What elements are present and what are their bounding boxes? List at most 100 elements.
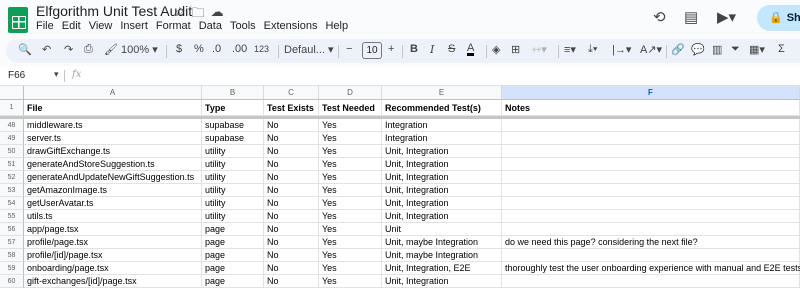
filter-views-icon[interactable]: ▦▾ xyxy=(749,43,765,56)
row-number[interactable]: 60 xyxy=(0,275,24,288)
percent-format-button[interactable]: % xyxy=(194,43,204,55)
table-cell[interactable]: profile/[id]/page.tsx xyxy=(24,249,202,262)
table-cell[interactable]: getAmazonImage.ts xyxy=(24,184,202,197)
row-number[interactable]: 53 xyxy=(0,184,24,197)
row-number[interactable]: 1 xyxy=(0,100,24,116)
table-cell[interactable]: do we need this page? considering the ne… xyxy=(502,236,800,249)
table-cell[interactable]: page xyxy=(202,223,264,236)
menu-view[interactable]: View xyxy=(89,20,113,32)
insert-link-icon[interactable]: 🔗 xyxy=(671,43,685,56)
menu-edit[interactable]: Edit xyxy=(62,20,81,32)
table-cell[interactable] xyxy=(502,210,800,223)
table-cell[interactable] xyxy=(502,171,800,184)
vertical-align-icon[interactable]: ⤓▾ xyxy=(588,43,597,56)
comments-icon[interactable]: ▤ xyxy=(684,8,698,26)
table-cell[interactable]: utility xyxy=(202,171,264,184)
row-number[interactable]: 55 xyxy=(0,210,24,223)
horizontal-align-icon[interactable]: ≡▾ xyxy=(564,43,576,56)
table-cell[interactable]: Yes xyxy=(319,210,382,223)
table-cell[interactable]: thoroughly test the user onboarding expe… xyxy=(502,262,800,275)
table-cell[interactable] xyxy=(502,184,800,197)
table-cell[interactable]: page xyxy=(202,249,264,262)
sheets-logo-icon[interactable] xyxy=(8,7,28,33)
table-cell[interactable]: Yes xyxy=(319,158,382,171)
table-cell[interactable] xyxy=(502,119,800,132)
table-cell[interactable]: Unit, Integration xyxy=(382,210,502,223)
table-cell[interactable]: No xyxy=(264,236,319,249)
table-cell[interactable]: Yes xyxy=(319,145,382,158)
table-cell[interactable]: onboarding/page.tsx xyxy=(24,262,202,275)
table-cell[interactable]: Unit, Integration xyxy=(382,197,502,210)
table-cell[interactable] xyxy=(502,158,800,171)
fill-color-icon[interactable]: ◈ xyxy=(492,43,500,56)
bold-button[interactable]: B xyxy=(410,43,418,55)
table-cell[interactable]: Yes xyxy=(319,132,382,145)
table-cell[interactable] xyxy=(502,275,800,288)
row-number[interactable]: 51 xyxy=(0,158,24,171)
text-rotation-icon[interactable]: A↗▾ xyxy=(640,43,662,56)
header-cell-a[interactable]: File xyxy=(24,100,202,116)
merge-cells-icon[interactable]: ⇿▾ xyxy=(532,43,547,56)
table-cell[interactable]: No xyxy=(264,210,319,223)
column-header-a[interactable]: A xyxy=(24,86,202,100)
document-title[interactable]: Elfgorithm Unit Test Audit xyxy=(36,3,192,19)
row-number[interactable]: 52 xyxy=(0,171,24,184)
name-box-dropdown-icon[interactable]: ▾ xyxy=(54,69,59,80)
table-cell[interactable]: utils.ts xyxy=(24,210,202,223)
table-cell[interactable]: utility xyxy=(202,197,264,210)
share-button[interactable]: 🔒Sha xyxy=(757,5,800,31)
row-number[interactable]: 59 xyxy=(0,262,24,275)
row-number[interactable]: 58 xyxy=(0,249,24,262)
currency-format-button[interactable]: $ xyxy=(176,43,182,55)
row-number[interactable]: 50 xyxy=(0,145,24,158)
table-cell[interactable] xyxy=(502,223,800,236)
table-cell[interactable]: No xyxy=(264,262,319,275)
table-cell[interactable]: profile/page.tsx xyxy=(24,236,202,249)
insert-chart-icon[interactable]: ▥ xyxy=(712,43,722,56)
menu-insert[interactable]: Insert xyxy=(120,20,148,32)
table-cell[interactable]: getUserAvatar.ts xyxy=(24,197,202,210)
table-cell[interactable]: generateAndStoreSuggestion.ts xyxy=(24,158,202,171)
header-cell-c[interactable]: Test Exists xyxy=(264,100,319,116)
table-cell[interactable]: utility xyxy=(202,145,264,158)
spreadsheet-grid[interactable]: A B C D E F 1 File Type Test Exists Test Needed Rec… xyxy=(0,86,800,292)
table-cell[interactable]: supabase xyxy=(202,119,264,132)
search-menus-icon[interactable]: 🔍 xyxy=(18,43,32,56)
table-cell[interactable] xyxy=(502,132,800,145)
table-cell[interactable]: Unit, Integration xyxy=(382,275,502,288)
row-number[interactable]: 49 xyxy=(0,132,24,145)
row-number[interactable]: 57 xyxy=(0,236,24,249)
select-all-corner[interactable] xyxy=(0,86,24,100)
table-cell[interactable]: No xyxy=(264,145,319,158)
table-cell[interactable]: supabase xyxy=(202,132,264,145)
table-cell[interactable]: page xyxy=(202,275,264,288)
table-cell[interactable]: Unit, maybe Integration xyxy=(382,236,502,249)
font-select[interactable]: Defaul... ▾ xyxy=(284,43,334,56)
table-cell[interactable] xyxy=(502,145,800,158)
undo-icon[interactable]: ↶ xyxy=(42,43,51,56)
table-cell[interactable]: Yes xyxy=(319,249,382,262)
row-number[interactable]: 56 xyxy=(0,223,24,236)
menu-help[interactable]: Help xyxy=(325,20,348,32)
increase-font-size-icon[interactable]: + xyxy=(388,43,394,55)
font-size-input[interactable]: 10 xyxy=(362,42,382,59)
table-cell[interactable]: page xyxy=(202,262,264,275)
table-cell[interactable]: No xyxy=(264,132,319,145)
borders-icon[interactable]: ⊞ xyxy=(511,43,520,56)
text-wrapping-icon[interactable]: |→▾ xyxy=(612,43,631,56)
table-cell[interactable]: Unit, Integration xyxy=(382,184,502,197)
column-header-f[interactable]: F xyxy=(502,86,800,100)
row-number[interactable]: 48 xyxy=(0,119,24,132)
column-header-b[interactable]: B xyxy=(202,86,264,100)
print-icon[interactable]: ⎙ xyxy=(84,43,93,56)
menu-file[interactable]: File xyxy=(36,20,54,32)
italic-button[interactable]: I xyxy=(430,43,434,56)
table-cell[interactable]: No xyxy=(264,197,319,210)
table-cell[interactable]: Unit, maybe Integration xyxy=(382,249,502,262)
table-cell[interactable]: Yes xyxy=(319,119,382,132)
table-cell[interactable]: No xyxy=(264,223,319,236)
table-cell[interactable]: Yes xyxy=(319,197,382,210)
name-box[interactable]: F66 xyxy=(8,70,25,81)
table-cell[interactable]: Yes xyxy=(319,184,382,197)
table-cell[interactable]: utility xyxy=(202,158,264,171)
